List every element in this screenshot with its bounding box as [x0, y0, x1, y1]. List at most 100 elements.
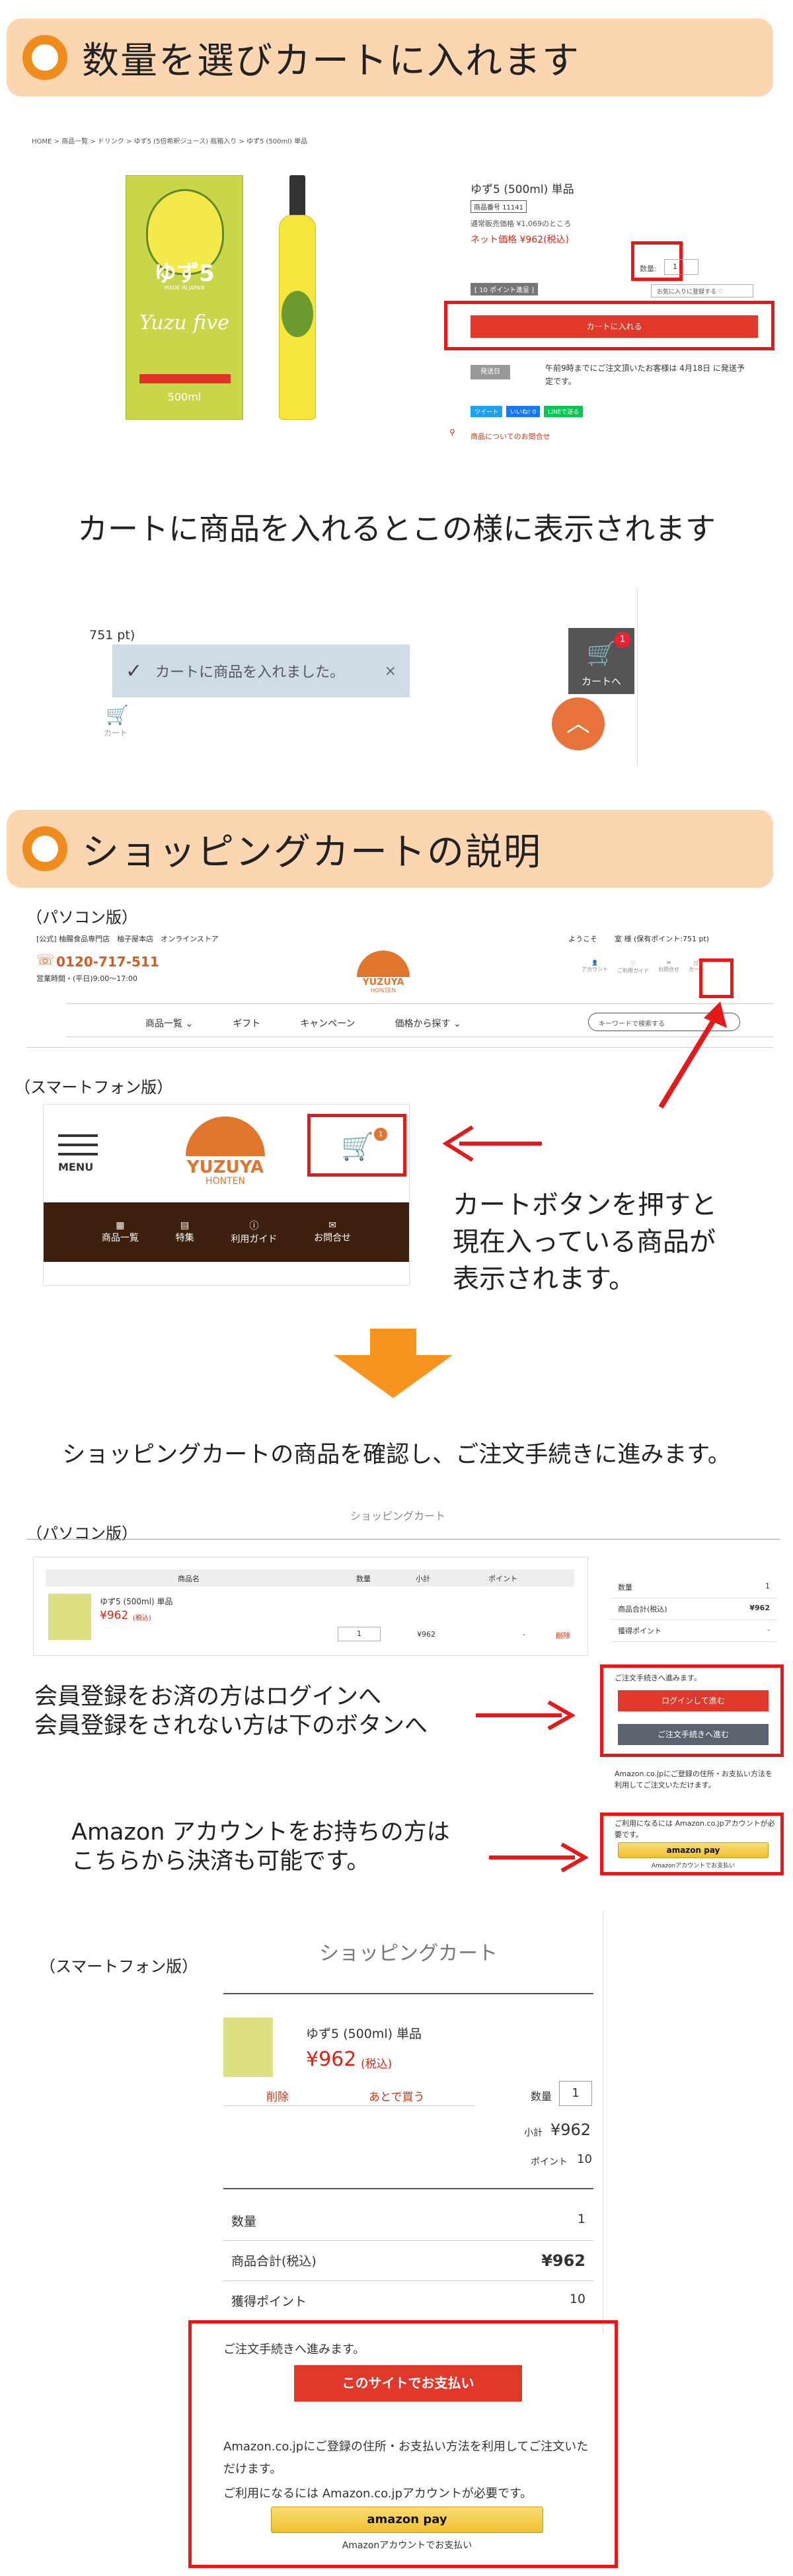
summary-value: ¥962	[749, 1604, 770, 1612]
item-price: ¥962	[100, 1609, 129, 1622]
points-text: 751 pt)	[89, 628, 135, 643]
box-script: Yuzu five	[139, 311, 229, 334]
logo-sub: HONTEN	[206, 1176, 245, 1187]
points-badge: [ 10 ポイント進呈 ]	[471, 283, 539, 295]
section-title: ショッピングカートの説明	[82, 830, 542, 874]
login-button[interactable]: ログインして進む	[618, 1690, 769, 1711]
item-tax: (税込)	[361, 2058, 393, 2071]
col-qty: 数量	[356, 1575, 371, 1583]
proceed-text: ご注文手続きへ進みます。	[615, 1674, 701, 1682]
sp-nav-bar: ▦ 商品一覧 ▤ 特集 ⓘ 利用ガイド ✉ お問合せ	[44, 1202, 409, 1262]
item-points: -	[523, 1630, 525, 1639]
product-thumbnail	[223, 2017, 273, 2077]
product-box-image: ゆず5 MADE IN JAPAN Yuzu five 500ml	[126, 175, 243, 420]
item-subtotal: ¥962	[417, 1630, 435, 1639]
amazon-sub: Amazonアカウントでお支払い	[342, 2540, 472, 2551]
like-button[interactable]: いいね! 0	[506, 406, 541, 417]
summary-label: 商品合計(税込)	[618, 1605, 667, 1614]
cart-button[interactable]: 1 🛒 カートへ	[568, 628, 634, 694]
summary-label: 獲得ポイント	[618, 1627, 661, 1635]
summary-label: 数量	[618, 1583, 632, 1592]
summary-value: 10	[569, 2292, 585, 2306]
menu-icon[interactable]	[58, 1134, 98, 1137]
caption-1: カートに商品を入れるとこの様に表示されます	[77, 511, 716, 547]
cart-toast: ✓ カートに商品を入れました。 ×	[112, 644, 410, 697]
icon-label: お問合せ	[658, 966, 679, 972]
amazon-sub: Amazonアカウントでお支払い	[651, 1863, 736, 1869]
cart-title: ショッピングカート	[350, 1510, 446, 1522]
nav-contact[interactable]: ✉ お問合せ	[314, 1220, 351, 1244]
tweet-button[interactable]: ツイート	[471, 406, 503, 417]
sp-label: （スマートフォン版）	[40, 1957, 198, 1976]
box-sub: MADE IN JAPAN	[164, 285, 205, 291]
product-inquiry-link[interactable]: 商品についてのお問合せ	[471, 431, 550, 442]
summary-value: 1	[577, 2212, 585, 2226]
red-arrow-icon	[658, 1001, 727, 1109]
business-hours: 営業時間・(平日)9:00〜17:00	[36, 974, 137, 983]
amazon-note: Amazon.co.jpにご登録の住所・お支払い方法を利用してご注文いただけます…	[223, 2440, 589, 2476]
favorite-button[interactable]: お気に入りに登録する ♡	[651, 284, 753, 297]
pc-cart-summary: 数量 1 商品合計(税込) ¥962 獲得ポイント -	[611, 1577, 776, 1642]
check-icon: ✓	[126, 659, 143, 683]
line-button[interactable]: LINEで送る	[544, 406, 584, 417]
amazon-pay-button[interactable]: amazon pay	[271, 2507, 543, 2533]
delete-link[interactable]: 削除	[556, 1630, 570, 1641]
mail-icon: ✉	[328, 1220, 336, 1231]
section-header-2: ショッピングカートの説明	[7, 810, 773, 888]
box-volume: 500ml	[167, 391, 202, 403]
add-to-cart-button[interactable]: カートに入れる	[471, 315, 758, 338]
nav-campaign[interactable]: キャンペーン	[300, 1017, 355, 1030]
qty-input[interactable]: 1	[338, 1627, 381, 1641]
item-tax: (税込)	[133, 1615, 151, 1622]
item-name[interactable]: ゆず5 (500ml) 単品	[306, 2024, 422, 2042]
nav-gift[interactable]: ギフト	[233, 1017, 260, 1030]
nav-label: 商品一覧	[101, 1233, 139, 1243]
points-value: 10	[577, 2152, 592, 2166]
info-icon: ⓘ	[249, 1221, 259, 1231]
circle-icon	[22, 35, 67, 80]
amazon-note-text: Amazon アカウントをお持ちの方は こちらから決済も可能です。	[71, 1819, 450, 1875]
nav-feature[interactable]: ▤ 特集	[176, 1220, 194, 1244]
phone-number: 0120-717-511	[56, 954, 159, 970]
icon-label: アカウント	[582, 966, 608, 972]
grid-icon: ▦	[116, 1220, 125, 1231]
qty-input[interactable]: 1	[559, 2081, 592, 2106]
pay-here-button[interactable]: このサイトでお支払い	[294, 2365, 522, 2401]
qty-input[interactable]: 1	[664, 259, 699, 275]
member-note: 会員登録をお済の方はログインへ 会員登録をされない方は下のボタンへ	[34, 1684, 428, 1739]
summary-label: 獲得ポイント	[231, 2294, 307, 2309]
nav-price[interactable]: 価格から探す ⌄	[395, 1017, 461, 1030]
toast-screenshot: 751 pt) ✓ カートに商品を入れました。 × 🛒 カート 1 🛒 カートへ…	[89, 588, 638, 767]
cart-label: カート	[104, 728, 128, 738]
nav-guide[interactable]: ⓘ 利用ガイド	[231, 1219, 277, 1245]
cart-icon[interactable]: 🛒	[106, 704, 129, 726]
guide-icon[interactable]: ⓘ ご利用ガイド	[617, 960, 649, 974]
sp-cart-screenshot: ショッピングカート ゆず5 (500ml) 単品 ¥962 (税込) 削除 あと…	[223, 1910, 603, 2333]
delete-link[interactable]: 削除	[266, 2088, 289, 2104]
scroll-top-icon[interactable]: ︿	[552, 697, 605, 750]
caption-2: ショッピングカートの商品を確認し、ご注文手続きに進みます。	[62, 1442, 731, 1468]
calendar-icon: ▤	[180, 1220, 190, 1231]
nav-products[interactable]: ▦ 商品一覧	[102, 1220, 139, 1244]
breadcrumb[interactable]: HOME > 商品一覧 > ドリンク > ゆず5 (5倍希釈ジュース) 瓶箱入り…	[32, 136, 307, 145]
nav-label: お問合せ	[314, 1233, 352, 1243]
explain-text: カートボタンを押すと 現在入っている商品が 表示されます。	[453, 1190, 717, 1294]
guest-checkout-button[interactable]: ご注文手続きへ進む	[618, 1724, 769, 1745]
proceed-text: ご注文手続きへ進みます。	[223, 2343, 365, 2357]
phone-icon: ☏	[36, 952, 55, 968]
nav-label: 特集	[175, 1233, 194, 1243]
pc-cart-table: 商品名 数量 小計 ポイント ゆず5 (500ml) 単品 ¥962 (税込) …	[33, 1557, 588, 1656]
mail-icon[interactable]: ✉ お問合せ	[658, 960, 679, 974]
normal-price: 通常販売価格 ¥1,069のところ	[471, 219, 571, 228]
sp-cart-highlight	[307, 1114, 406, 1177]
menu-label: MENU	[58, 1161, 94, 1173]
logo-sub: HONTEN	[370, 988, 397, 994]
nav-products[interactable]: 商品一覧 ⌄	[145, 1017, 193, 1030]
item-name[interactable]: ゆず5 (500ml) 単品	[100, 1596, 173, 1607]
account-icon[interactable]: 👤 アカウント	[582, 960, 608, 974]
close-icon[interactable]: ×	[385, 663, 397, 680]
save-later-link[interactable]: あとで買う	[369, 2088, 425, 2104]
amazon-pay-button[interactable]: amazon pay	[618, 1842, 769, 1858]
col-points: ポイント	[488, 1575, 517, 1583]
summary-value: 1	[765, 1582, 770, 1590]
